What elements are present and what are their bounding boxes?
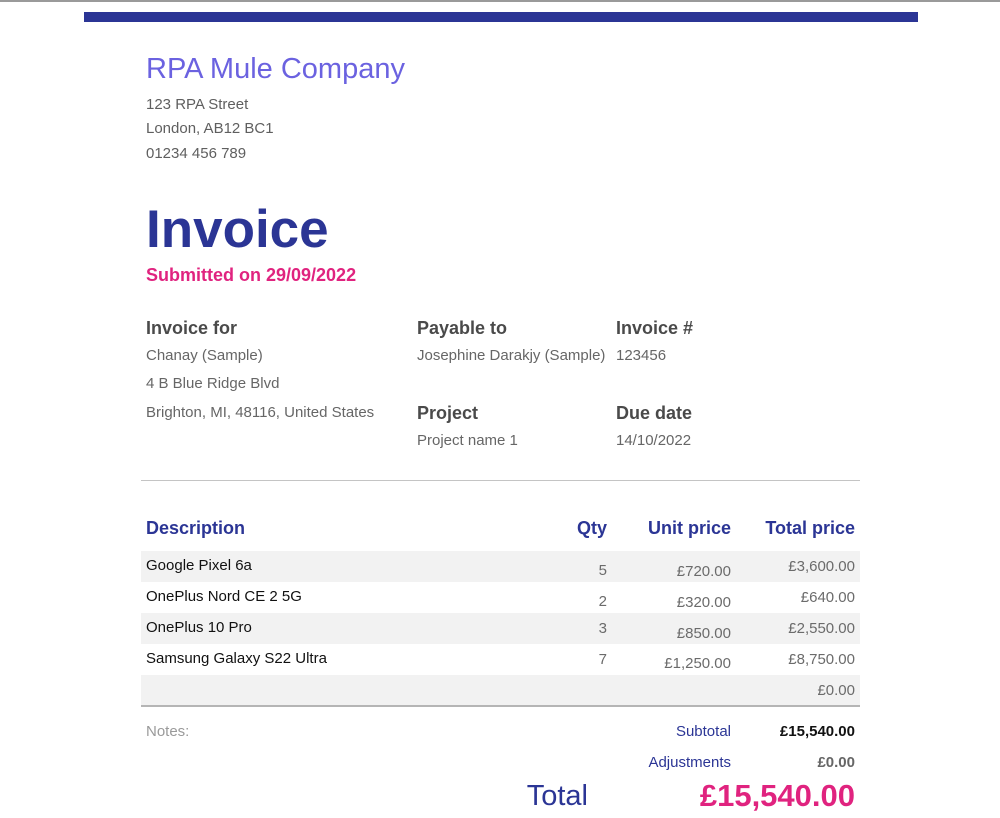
company-name: RPA Mule Company	[146, 53, 405, 85]
row-unit-price: £850.00	[676, 625, 731, 642]
row-unit-price: £720.00	[676, 563, 731, 580]
table-row: OnePlus 10 Pro 3 £850.00 £2,550.00	[141, 613, 860, 644]
payable-to-value: Josephine Darakjy (Sample)	[417, 347, 606, 364]
row-qty: 3	[598, 620, 607, 637]
column-header-total-price: Total price	[765, 518, 855, 538]
invoice-title: Invoice	[146, 200, 329, 259]
section-divider	[141, 480, 860, 481]
company-street: 123 RPA Street	[146, 96, 249, 113]
row-total-price: £8,750.00	[788, 651, 855, 668]
table-bottom-border	[141, 705, 860, 707]
column-header-description: Description	[146, 518, 246, 538]
adjustments-label: Adjustments	[648, 754, 731, 771]
total-value: £15,540.00	[699, 778, 855, 813]
invoice-number-value: 123456	[616, 347, 667, 364]
column-header-unit-price: Unit price	[647, 518, 731, 538]
project-label: Project	[417, 403, 479, 423]
row-description: Samsung Galaxy S22 Ultra	[146, 650, 327, 667]
row-description: Google Pixel 6a	[146, 557, 252, 574]
invoice-number-label: Invoice #	[616, 318, 694, 338]
project-value: Project name 1	[417, 432, 518, 449]
header-bar	[84, 12, 918, 22]
row-qty: 2	[598, 593, 607, 610]
table-row: £0.00	[141, 675, 860, 706]
row-total-price: £2,550.00	[788, 620, 855, 637]
table-row: Google Pixel 6a 5 £720.00 £3,600.00	[141, 551, 860, 582]
company-city: London, AB12 BC1	[146, 120, 274, 137]
payable-to-label: Payable to	[417, 318, 508, 338]
client-name: Chanay (Sample)	[146, 347, 263, 364]
row-description: OnePlus 10 Pro	[146, 619, 252, 636]
row-total-price: £3,600.00	[788, 558, 855, 575]
due-date-value: 14/10/2022	[616, 432, 692, 449]
table-row: OnePlus Nord CE 2 5G 2 £320.00 £640.00	[141, 582, 860, 613]
due-date-label: Due date	[616, 403, 693, 423]
row-qty: 5	[598, 562, 607, 579]
invoice-for-label: Invoice for	[146, 318, 238, 338]
row-unit-price: £1,250.00	[664, 655, 731, 672]
notes-label: Notes:	[146, 723, 190, 740]
company-phone: 01234 456 789	[146, 145, 247, 162]
adjustments-value: £0.00	[817, 754, 855, 771]
column-header-qty: Qty	[576, 518, 607, 538]
submitted-date: Submitted on 29/09/2022	[146, 265, 357, 285]
row-total-price: £640.00	[800, 589, 855, 606]
subtotal-value: £15,540.00	[779, 723, 855, 740]
row-total-price: £0.00	[817, 682, 855, 699]
window-top-border	[0, 0, 1000, 2]
subtotal-label: Subtotal	[675, 723, 731, 740]
total-label: Total	[526, 780, 588, 812]
table-row: Samsung Galaxy S22 Ultra 7 £1,250.00 £8,…	[141, 644, 860, 675]
row-unit-price: £320.00	[676, 594, 731, 611]
client-address-line2: Brighton, MI, 48116, United States	[146, 404, 375, 421]
row-description: OnePlus Nord CE 2 5G	[146, 588, 302, 605]
client-address-line1: 4 B Blue Ridge Blvd	[146, 375, 280, 392]
row-qty: 7	[598, 651, 607, 668]
